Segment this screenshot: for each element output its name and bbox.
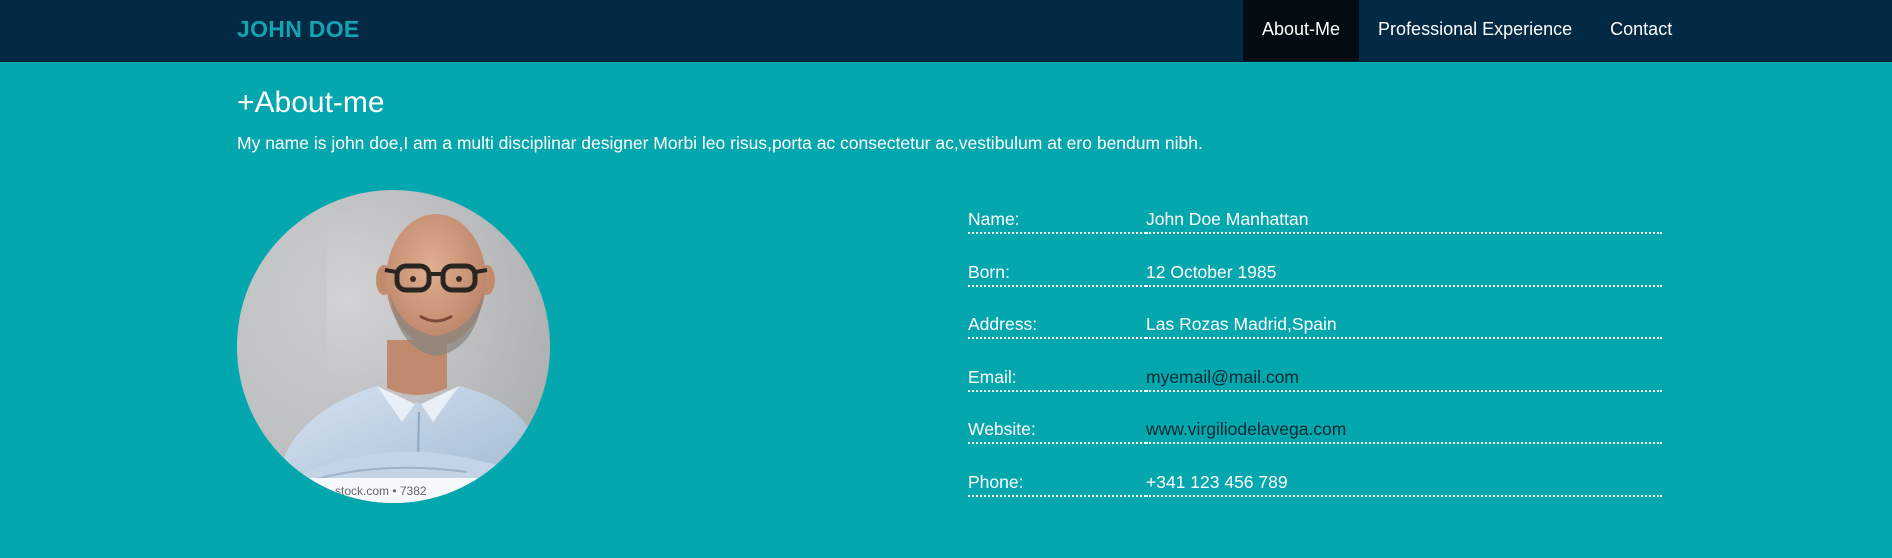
about-section-title: +About-me bbox=[237, 86, 385, 119]
info-row-phone: Phone: +341 123 456 789 bbox=[968, 462, 1662, 515]
info-row-email: Email: myemail@mail.com bbox=[968, 357, 1662, 410]
info-value-phone: +341 123 456 789 bbox=[1146, 472, 1662, 497]
personal-info-table: Name: John Doe Manhattan Born: 12 Octobe… bbox=[968, 199, 1662, 514]
profile-photo: stock.com • 7382 bbox=[237, 190, 550, 503]
info-row-website: Website: www.virgiliodelavega.com bbox=[968, 409, 1662, 462]
info-value-website-link[interactable]: www.virgiliodelavega.com bbox=[1146, 419, 1662, 444]
info-value-name: John Doe Manhattan bbox=[1146, 209, 1662, 234]
info-label-born: Born: bbox=[968, 262, 1146, 287]
info-label-address: Address: bbox=[968, 314, 1146, 339]
info-value-born: 12 October 1985 bbox=[1146, 262, 1662, 287]
info-value-email-link[interactable]: myemail@mail.com bbox=[1146, 367, 1662, 392]
top-navbar: JOHN DOE About-Me Professional Experienc… bbox=[0, 0, 1892, 62]
info-label-phone: Phone: bbox=[968, 472, 1146, 497]
info-value-address: Las Rozas Madrid,Spain bbox=[1146, 314, 1662, 339]
nav-item-professional-experience[interactable]: Professional Experience bbox=[1359, 0, 1591, 61]
photo-watermark-text: stock.com • 7382 bbox=[335, 484, 427, 498]
main-nav: About-Me Professional Experience Contact bbox=[1243, 0, 1691, 61]
info-row-born: Born: 12 October 1985 bbox=[968, 252, 1662, 305]
about-intro-text: My name is john doe,I am a multi discipl… bbox=[237, 133, 1203, 153]
info-label-name: Name: bbox=[968, 209, 1146, 234]
info-row-address: Address: Las Rozas Madrid,Spain bbox=[968, 304, 1662, 357]
info-label-website: Website: bbox=[968, 419, 1146, 444]
brand-logo-link[interactable]: JOHN DOE bbox=[237, 16, 360, 43]
nav-item-about-me[interactable]: About-Me bbox=[1243, 0, 1360, 61]
info-label-email: Email: bbox=[968, 367, 1146, 392]
info-row-name: Name: John Doe Manhattan bbox=[968, 199, 1662, 252]
nav-item-contact[interactable]: Contact bbox=[1591, 0, 1691, 61]
